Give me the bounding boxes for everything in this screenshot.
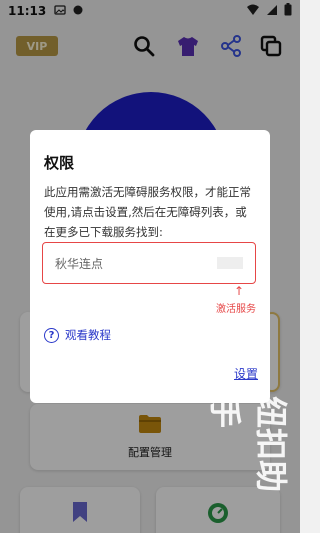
help-icon: ?	[44, 327, 59, 343]
watch-tutorial-label: 观看教程	[65, 328, 111, 342]
watch-tutorial-link[interactable]: ? 观看教程	[44, 327, 111, 343]
dialog-message: 此应用需激活无障碍服务权限，才能正常使用,请点击设置,然后在无障碍列表，或在更多…	[44, 185, 251, 239]
arrow-up-icon: ↑	[234, 284, 245, 298]
settings-button[interactable]: 设置	[234, 365, 258, 382]
service-name: 秋华连点	[55, 256, 104, 271]
service-name-box: 秋华连点	[42, 242, 256, 284]
service-name-placeholder	[217, 257, 243, 269]
watermark-text: 纽扣助手	[206, 396, 290, 493]
activate-service-label: 激活服务	[216, 304, 256, 315]
dialog-title: 权限	[44, 154, 75, 172]
permission-dialog: 权限 此应用需激活无障碍服务权限，才能正常使用,请点击设置,然后在无障碍列表，或…	[30, 130, 270, 403]
